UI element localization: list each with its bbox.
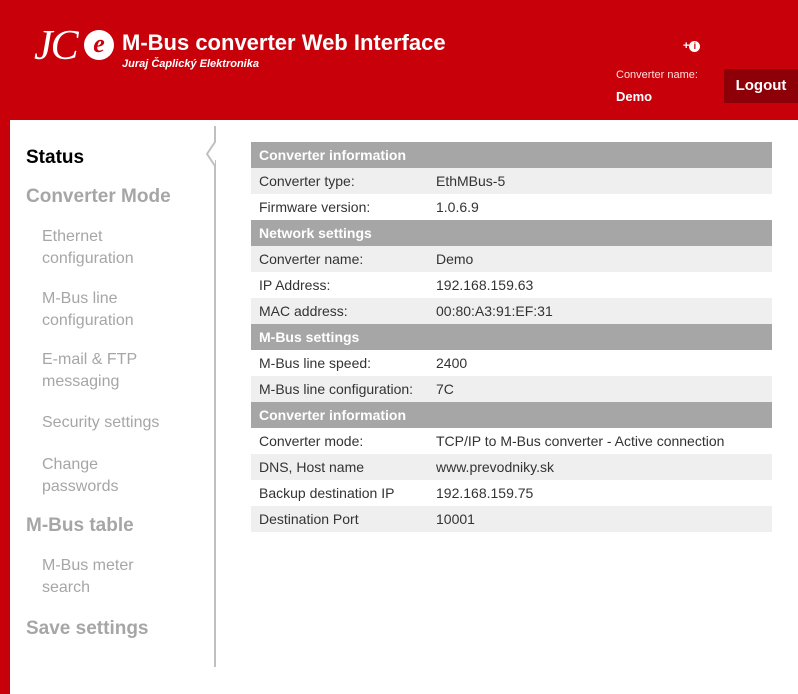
- section-header: Converter information: [251, 402, 772, 428]
- nav-mbus-line-configuration[interactable]: M-Bus line configuration: [42, 288, 134, 332]
- table-row: M-Bus line speed: 2400: [251, 350, 772, 376]
- table-row: Destination Port 10001: [251, 506, 772, 532]
- table-row: Converter type: EthMBus-5: [251, 168, 772, 194]
- table-row: DNS, Host name www.prevodniky.sk: [251, 454, 772, 480]
- table-row: MAC address: 00:80:A3:91:EF:31: [251, 298, 772, 324]
- logout-button[interactable]: Logout: [724, 69, 798, 103]
- status-panel: Converter information Converter type: Eth…: [251, 142, 772, 532]
- app-title: M-Bus converter Web Interface: [122, 30, 446, 55]
- section-header: Converter information: [251, 142, 772, 168]
- status-table: Converter information Converter type: Eth…: [251, 142, 772, 532]
- active-item-notch: [206, 126, 216, 167]
- table-row: Converter name: Demo: [251, 246, 772, 272]
- left-accent-bar: [0, 120, 10, 694]
- table-row: Firmware version: 1.0.6.9: [251, 194, 772, 220]
- table-row: Backup destination IP 192.168.159.75: [251, 480, 772, 506]
- jce-logo: JC e: [34, 22, 114, 72]
- section-header: M-Bus settings: [251, 324, 772, 350]
- nav-mbus-meter-search[interactable]: M-Bus meter search: [42, 555, 134, 599]
- table-row: Converter mode: TCP/IP to M-Bus converter…: [251, 428, 772, 454]
- nav-security-settings[interactable]: Security settings: [42, 412, 159, 434]
- sidebar-divider: [214, 160, 216, 667]
- converter-name-label: Converter name:: [616, 69, 698, 81]
- section-header: Network settings: [251, 220, 772, 246]
- login-icon[interactable]: + i: [683, 40, 701, 52]
- nav-change-passwords[interactable]: Change passwords: [42, 454, 118, 498]
- table-row: IP Address: 192.168.159.63: [251, 272, 772, 298]
- nav-mbus-table[interactable]: M-Bus table: [26, 515, 134, 537]
- nav-ethernet-configuration[interactable]: Ethernet configuration: [42, 226, 134, 270]
- company-subtitle: Juraj Čaplický Elektronika: [122, 58, 259, 70]
- nav-status[interactable]: Status: [26, 147, 84, 169]
- converter-name-value: Demo: [616, 89, 653, 104]
- nav-save-settings[interactable]: Save settings: [26, 618, 149, 640]
- nav-converter-mode[interactable]: Converter Mode: [26, 186, 171, 208]
- table-row: M-Bus line configuration: 7C: [251, 376, 772, 402]
- header-bar: JC e M-Bus converter Web Interface Juraj…: [0, 0, 798, 120]
- nav-email-ftp-messaging[interactable]: E-mail & FTP messaging: [42, 349, 137, 393]
